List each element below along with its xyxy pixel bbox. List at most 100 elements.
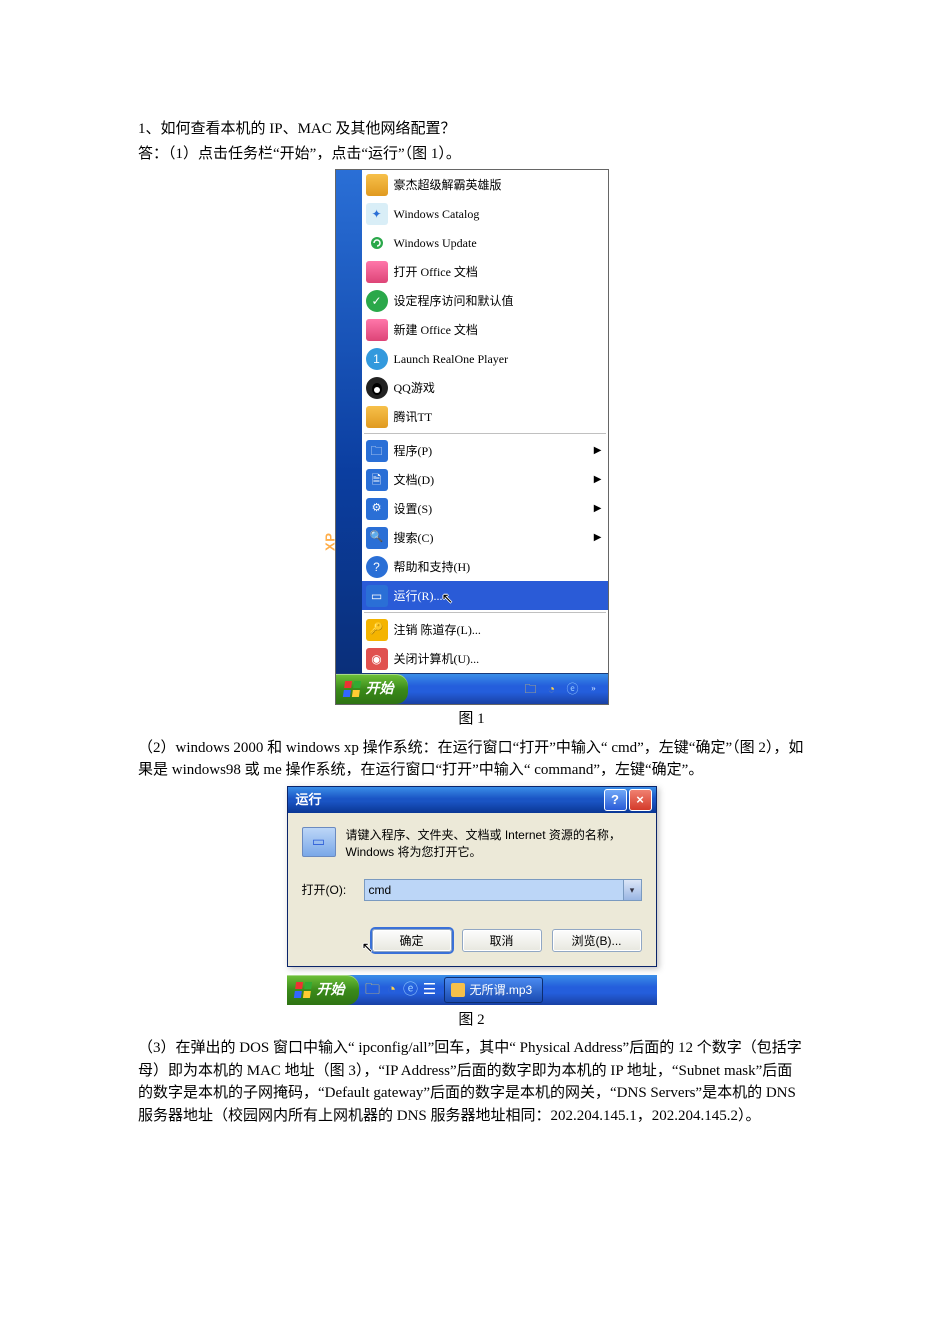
search-icon [366,527,388,549]
figure-2-caption: 图 2 [138,1009,805,1032]
submenu-arrow-icon: ▶ [594,530,602,545]
run-dialog-icon [302,827,336,857]
figure-1-caption: 图 1 [138,708,805,731]
menu-item-open-office-doc[interactable]: 打开 Office 文档 [362,257,608,286]
menu-label: 运行(R)... [394,587,602,605]
dropdown-arrow-icon[interactable]: ▾ [623,880,641,900]
windows-flag-icon [293,982,311,998]
tray-icon[interactable]: 🗀 [523,681,539,697]
music-icon [451,983,465,997]
tray-ie-icon[interactable]: ⓔ [565,681,581,697]
start-menu-sidebar: Windows XP Professional [336,170,362,673]
help-icon [366,556,388,578]
menu-item-windows-update[interactable]: Windows Update [362,228,608,257]
task-label: 无所谓.mp3 [470,981,533,999]
menu-item-documents[interactable]: 文档(D)▶ [362,465,608,494]
start-button[interactable]: 开始 [336,674,408,704]
tray-icon[interactable]: ◔ [384,982,400,998]
menu-label: 搜索(C) [394,529,594,547]
app-icon [366,174,388,196]
menu-label: 打开 Office 文档 [394,263,602,281]
submenu-arrow-icon: ▶ [594,501,602,516]
start-menu: Windows XP Professional 豪杰超级解霸英雄版 Window… [335,169,609,705]
quick-launch: 🗀 ◔ ⓔ » [523,681,608,697]
tray-icon[interactable]: ◔ [544,681,560,697]
start-button-label: 开始 [366,679,394,700]
start-button[interactable]: 开始 [287,975,359,1005]
taskbar: 开始 🗀 ◔ ⓔ » [336,673,608,704]
run-dialog-titlebar: 运行 ? × [288,787,656,813]
menu-item-programs[interactable]: 程序(P)▶ [362,436,608,465]
programs-icon [366,440,388,462]
menu-label: QQ游戏 [394,379,602,397]
menu-label: Windows Catalog [394,205,602,223]
menu-label: Windows Update [394,234,602,252]
realone-icon [366,348,388,370]
menu-label: Launch RealOne Player [394,350,602,368]
menu-item-tencent-tt[interactable]: 腾讯TT [362,402,608,431]
run-dialog-title: 运行 [296,790,322,810]
help-button[interactable]: ? [604,789,627,811]
menu-label: 新建 Office 文档 [394,321,602,339]
shutdown-icon [366,648,388,670]
cancel-button[interactable]: 取消 [462,929,542,952]
update-icon [366,232,388,254]
menu-label: 设置(S) [394,500,594,518]
tray-icon[interactable]: 🗀 [365,982,381,998]
menu-item-run[interactable]: 运行(R)... ↖ [362,581,608,610]
question-title: 1、如何查看本机的 IP、MAC 及其他网络配置？ [138,118,805,141]
run-dialog: 运行 ? × 请键入程序、文件夹、文档或 Internet 资源的名称，Wind… [287,786,657,968]
close-button[interactable]: × [629,789,652,811]
office-open-icon [366,261,388,283]
taskbar: 开始 🗀 ◔ ⓔ ☰ 无所谓.mp3 [287,975,657,1005]
menu-item-new-office-doc[interactable]: 新建 Office 文档 [362,315,608,344]
tt-icon [366,406,388,428]
qq-icon [366,377,388,399]
start-button-label: 开始 [317,980,345,1001]
menu-item-settings[interactable]: 设置(S)▶ [362,494,608,523]
menu-label: 帮助和支持(H) [394,558,602,576]
menu-label: 注销 陈道存(L)... [394,621,602,639]
browse-button[interactable]: 浏览(B)... [552,929,642,952]
menu-separator [364,612,606,613]
menu-item-windows-catalog[interactable]: Windows Catalog [362,199,608,228]
tray-expand-icon[interactable]: » [586,681,602,697]
menu-item-logoff[interactable]: 注销 陈道存(L)... [362,615,608,644]
logoff-icon [366,619,388,641]
tray-icon[interactable]: ☰ [422,982,438,998]
open-input[interactable] [365,880,623,900]
ok-button[interactable]: 确定 [372,929,452,952]
windows-flag-icon [342,681,360,697]
run-icon [366,585,388,607]
menu-item-search[interactable]: 搜索(C)▶ [362,523,608,552]
taskbar-task-button[interactable]: 无所谓.mp3 [444,977,544,1003]
start-menu-list: 豪杰超级解霸英雄版 Windows Catalog Windows Update… [362,170,608,673]
menu-item-shutdown[interactable]: 关闭计算机(U)... [362,644,608,673]
menu-item-realone[interactable]: Launch RealOne Player [362,344,608,373]
menu-label: 程序(P) [394,442,594,460]
catalog-icon [366,203,388,225]
menu-item-qq-game[interactable]: QQ游戏 [362,373,608,402]
open-label: 打开(O): [302,881,364,899]
menu-label: 文档(D) [394,471,594,489]
menu-item-program-defaults[interactable]: 设定程序访问和默认值 [362,286,608,315]
menu-item-haojie[interactable]: 豪杰超级解霸英雄版 [362,170,608,199]
answer-step-1: 答：（1）点击任务栏“开始”，点击“运行”（图 1）。 [138,143,805,166]
menu-label: 豪杰超级解霸英雄版 [394,176,602,194]
tray-ie-icon[interactable]: ⓔ [403,982,419,998]
answer-step-3: （3）在弹出的 DOS 窗口中输入“ ipconfig/all”回车，其中“ P… [138,1037,805,1127]
settings-icon [366,498,388,520]
submenu-arrow-icon: ▶ [594,472,602,487]
brand-windows: Windows [322,555,337,615]
office-new-icon [366,319,388,341]
defaults-icon [366,290,388,312]
submenu-arrow-icon: ▶ [594,443,602,458]
open-combobox[interactable]: ▾ [364,879,642,901]
menu-item-help[interactable]: 帮助和支持(H) [362,552,608,581]
menu-label: 设定程序访问和默认值 [394,292,602,310]
documents-icon [366,469,388,491]
menu-separator [364,433,606,434]
brand-xp: XP [322,532,337,550]
quick-launch: 🗀 ◔ ⓔ ☰ [365,982,438,998]
menu-label: 腾讯TT [394,408,602,426]
